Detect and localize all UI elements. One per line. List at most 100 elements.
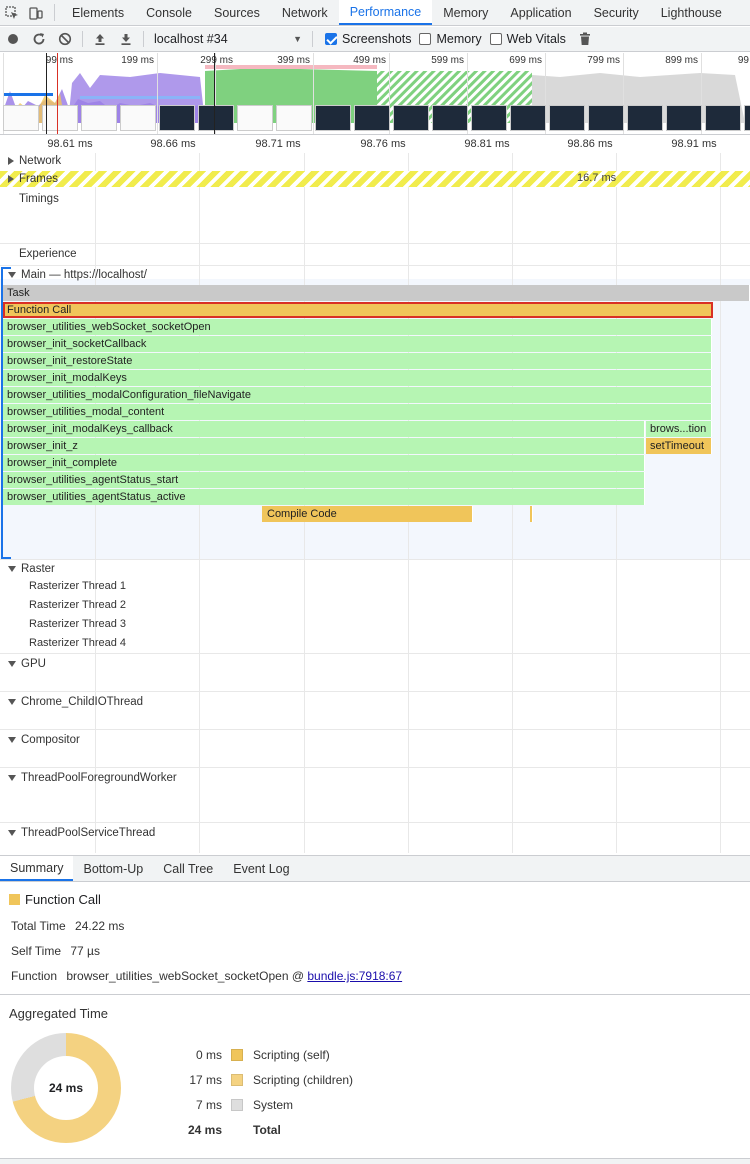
legend-total-label: Total [253, 1122, 281, 1137]
track-main[interactable]: Main — https://localhost/ [0, 267, 147, 283]
tab-bottom-up[interactable]: Bottom-Up [73, 856, 153, 881]
clear-icon[interactable] [52, 27, 78, 52]
tab-event-log[interactable]: Event Log [223, 856, 299, 881]
collapse-arrow-icon [8, 737, 16, 743]
panel-bottom-edge [0, 1158, 750, 1164]
flame-chart[interactable]: Network 16.7 ms Frames Timings Experienc… [0, 153, 750, 853]
collapse-arrow-icon [8, 661, 16, 667]
profile-select-label: localhost #34 [154, 32, 228, 46]
tab-console[interactable]: Console [135, 0, 203, 25]
track-label: GPU [21, 658, 46, 670]
collapse-arrow-icon [8, 699, 16, 705]
raster-thread-label[interactable]: Rasterizer Thread 3 [29, 618, 126, 630]
profile-select[interactable]: localhost #34 ▼ [148, 32, 308, 46]
track-childio[interactable]: Chrome_ChildIOThread [0, 694, 143, 710]
timeline-overview[interactable]: 99 ms 199 ms 299 ms 399 ms 499 ms 599 ms… [0, 53, 750, 135]
screenshots-checkbox[interactable]: Screenshots [325, 32, 411, 46]
screenshot-thumbnail [120, 105, 156, 131]
raster-thread-label[interactable]: Rasterizer Thread 4 [29, 637, 126, 649]
tab-elements[interactable]: Elements [61, 0, 135, 25]
tab-call-tree[interactable]: Call Tree [153, 856, 223, 881]
screenshot-thumbnail [198, 105, 234, 131]
legend-swatch [231, 1073, 243, 1086]
total-time-row: Total Time 24.22 ms [11, 919, 124, 933]
tab-network[interactable]: Network [271, 0, 339, 25]
trash-icon[interactable] [572, 27, 598, 52]
legend-total-value: 24 ms [187, 1122, 222, 1137]
ruler-label: 98.66 ms [150, 138, 196, 150]
memory-checkbox[interactable]: Memory [419, 32, 482, 46]
tab-lighthouse[interactable]: Lighthouse [650, 0, 733, 25]
event-stack-frame[interactable]: browser_init_z [3, 438, 645, 454]
tab-memory[interactable]: Memory [432, 0, 499, 25]
track-threadpool-service[interactable]: ThreadPoolServiceThread [0, 825, 155, 841]
track-network[interactable]: Network [0, 153, 61, 169]
track-threadpool-foreground[interactable]: ThreadPoolForegroundWorker [0, 770, 177, 786]
tab-performance[interactable]: Performance [338, 0, 433, 25]
legend-row: 17 ms Scripting (children) [170, 1067, 353, 1092]
screenshot-thumbnail [237, 105, 273, 131]
screenshot-thumbnail [42, 105, 78, 131]
event-stack-frame[interactable]: browser_init_modalKeys [3, 370, 712, 386]
track-experience[interactable]: Experience [0, 246, 77, 262]
summary-title: Function Call [9, 892, 101, 907]
event-task[interactable]: Task [3, 285, 750, 301]
overview-tick-label: 99 ms [45, 55, 73, 66]
tab-security[interactable]: Security [583, 0, 650, 25]
inspect-element-icon[interactable] [0, 0, 24, 25]
raster-thread-label[interactable]: Rasterizer Thread 2 [29, 599, 126, 611]
tab-sources[interactable]: Sources [203, 0, 271, 25]
frames-bar[interactable]: 16.7 ms [0, 171, 750, 187]
upload-profile-icon[interactable] [87, 27, 113, 52]
legend-row: 7 ms System [170, 1092, 353, 1117]
summary-title-text: Function Call [25, 892, 101, 907]
webvitals-checkbox[interactable]: Web Vitals [489, 32, 566, 46]
selection-handle-right[interactable] [214, 53, 215, 134]
device-toolbar-icon[interactable] [24, 0, 48, 25]
reload-record-button[interactable] [26, 27, 52, 52]
event-stack-frame[interactable]: browser_init_modalKeys_callback [3, 421, 645, 437]
collapse-arrow-icon [8, 830, 16, 836]
event-stack-frame[interactable]: browser_utilities_agentStatus_start [3, 472, 645, 488]
record-button[interactable] [0, 27, 26, 52]
track-raster[interactable]: Raster [0, 561, 55, 577]
track-label: Main — https://localhost/ [21, 269, 147, 281]
ruler-label: 98.71 ms [255, 138, 301, 150]
event-stack-frame[interactable]: browser_utilities_modalConfiguration_fil… [3, 387, 712, 403]
selection-handle-left[interactable] [46, 53, 47, 134]
event-stack-frame[interactable]: browser_utilities_modal_content [3, 404, 712, 420]
screenshot-thumbnail [315, 105, 351, 131]
event-settimeout[interactable]: setTimeout [646, 438, 712, 454]
raster-thread-label[interactable]: Rasterizer Thread 1 [29, 580, 126, 592]
tab-application[interactable]: Application [499, 0, 582, 25]
source-link[interactable]: bundle.js:7918:67 [307, 969, 402, 983]
collapse-arrow-icon [8, 272, 16, 278]
legend-swatch [231, 1048, 243, 1061]
event-function-call-selected[interactable]: Function Call [3, 302, 713, 318]
tab-summary[interactable]: Summary [0, 856, 74, 881]
event-stack-frame[interactable]: browser_init_complete [3, 455, 645, 471]
screenshot-thumbnail [471, 105, 507, 131]
track-timings[interactable]: Timings [0, 191, 59, 207]
overview-tick-label: 99 [737, 55, 749, 66]
track-label: Raster [21, 563, 55, 575]
event-stack-frame[interactable]: browser_utilities_agentStatus_active [3, 489, 645, 505]
event-compile-code-small[interactable] [530, 506, 533, 522]
overview-tick-label: 599 ms [431, 55, 464, 66]
track-label: Experience [19, 248, 77, 260]
track-compositor[interactable]: Compositor [0, 732, 80, 748]
event-stack-frame[interactable]: browser_init_restoreState [3, 353, 712, 369]
screenshot-thumbnail [81, 105, 117, 131]
memory-label: Memory [436, 32, 482, 46]
screenshot-thumbnail [276, 105, 312, 131]
event-stack-frame[interactable]: browser_utilities_webSocket_socketOpen [3, 319, 712, 335]
event-compile-code[interactable]: Compile Code [262, 506, 473, 522]
ruler-label: 98.86 ms [567, 138, 613, 150]
function-label: Function [11, 969, 58, 983]
download-profile-icon[interactable] [113, 27, 139, 52]
track-frames[interactable]: Frames [0, 171, 58, 187]
event-stack-frame[interactable]: browser_init_socketCallback [3, 336, 712, 352]
event-stack-frame[interactable]: brows...tion [646, 421, 712, 437]
track-gpu[interactable]: GPU [0, 656, 46, 672]
selection-marker [57, 53, 58, 134]
